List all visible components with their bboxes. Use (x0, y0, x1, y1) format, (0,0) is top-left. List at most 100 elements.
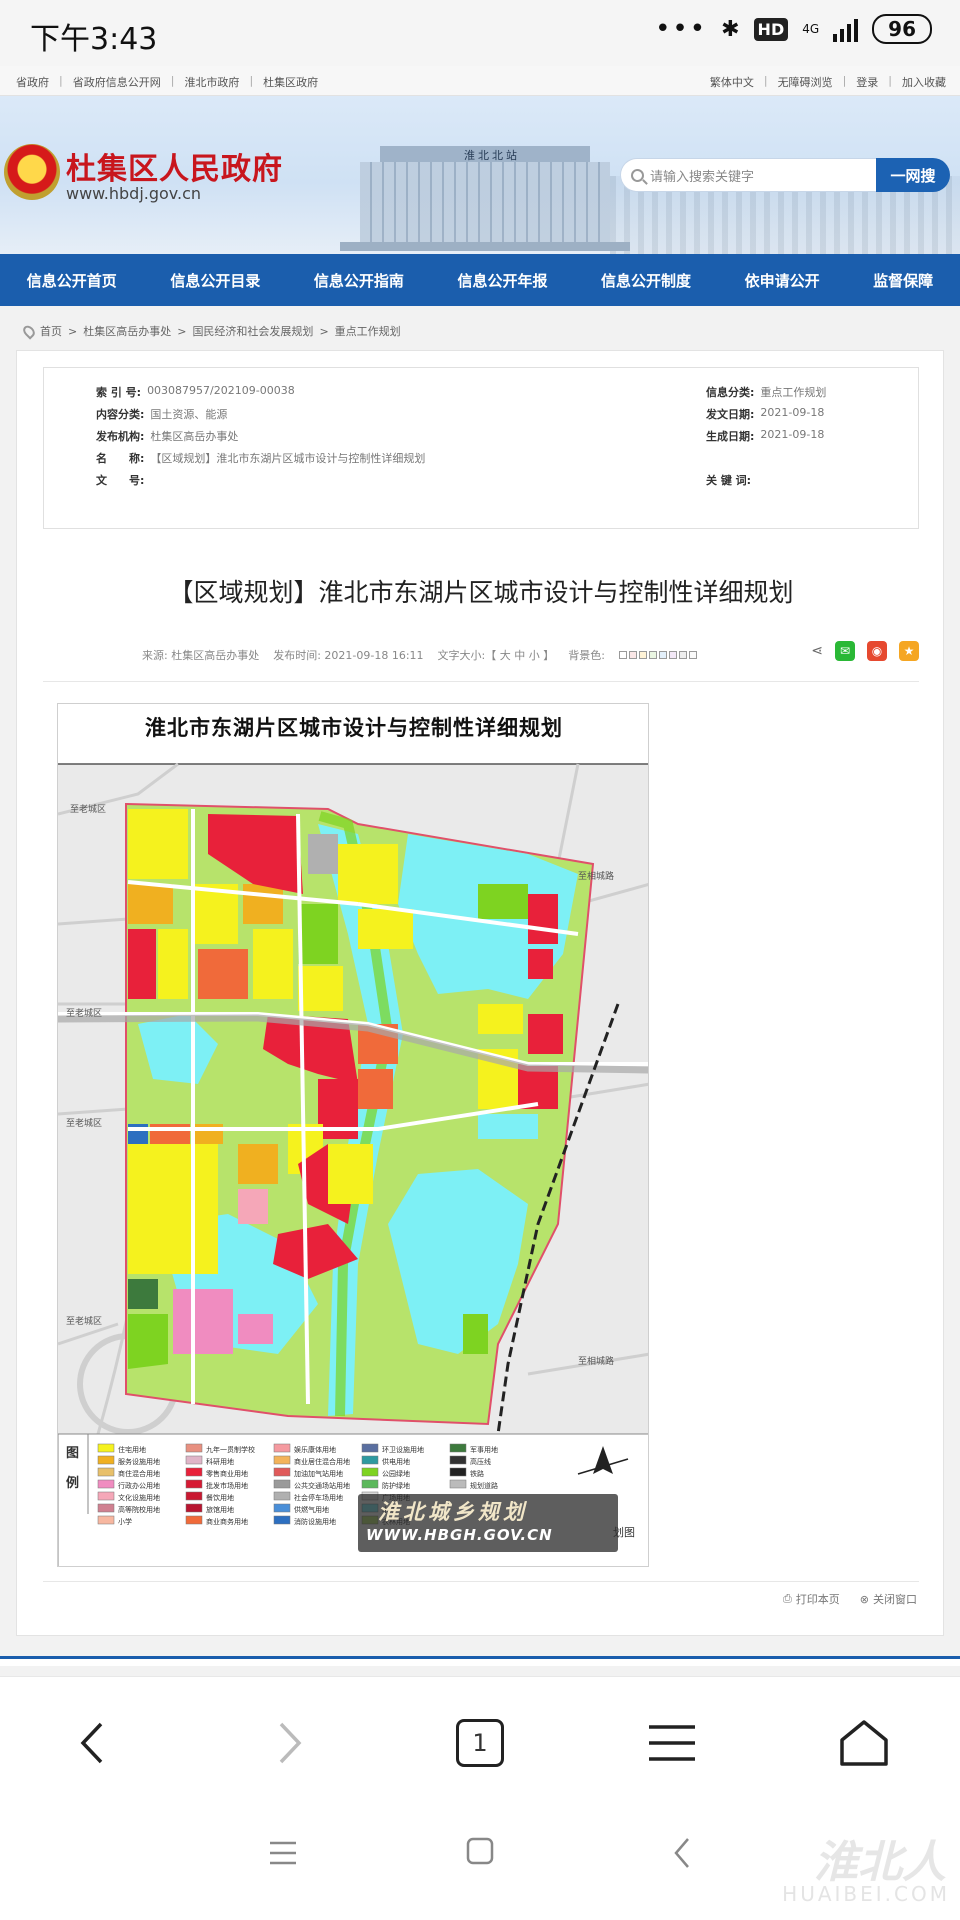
bg-swatch-3[interactable] (648, 651, 657, 659)
link-province-gov[interactable]: 省政府 (16, 74, 49, 90)
print-button[interactable]: ⎙ 打印本页 (783, 1591, 840, 1607)
bg-swatch-4[interactable] (658, 651, 667, 659)
favorite-star-icon[interactable]: ★ (899, 641, 919, 661)
link-province-info[interactable]: 省政府信息公开网 (73, 74, 161, 90)
search-input[interactable]: 请输入搜索关键字 (620, 158, 876, 192)
article-publish-time: 发布时间: 2021-09-18 16:11 (273, 649, 424, 662)
weibo-icon[interactable]: ◉ (867, 641, 887, 661)
menu-button[interactable] (642, 1715, 702, 1771)
legend-swatch (449, 1455, 467, 1465)
legend-label: 公园绿地 (382, 1469, 410, 1478)
home-icon (840, 1720, 888, 1766)
search-button[interactable]: 一网搜 (876, 158, 950, 192)
planning-watermark: 淮北城乡规划 WWW.HBGH.GOV.CN (358, 1494, 618, 1552)
road-label-6: 至相城路 (578, 1355, 614, 1367)
font-size-switcher[interactable]: 文字大小:【 大 中 小 】 (438, 647, 555, 663)
link-accessibility[interactable]: 无障碍浏览 (778, 74, 833, 90)
corner-watermark-url: HUAIBEI.COM (782, 1882, 950, 1906)
bg-swatch-6[interactable] (678, 651, 687, 659)
close-window-button[interactable]: ⊗ 关闭窗口 (860, 1591, 917, 1607)
legend-swatch (97, 1491, 115, 1501)
meta-publisher-value: 杜集区高岳办事处 (150, 430, 239, 443)
bg-swatch-0[interactable] (618, 651, 627, 659)
battery-indicator: 96 (872, 14, 932, 44)
legend-swatch (273, 1491, 291, 1501)
legend-label: 行政办公用地 (118, 1481, 160, 1490)
tabs-button[interactable]: 1 (450, 1715, 510, 1771)
share-icon[interactable]: ⋖ (811, 643, 823, 659)
article-source: 来源: 杜集区高岳办事处 (142, 649, 260, 662)
legend-swatch (97, 1455, 115, 1465)
legend-swatch (361, 1443, 379, 1453)
nav-item-guide[interactable]: 信息公开指南 (314, 270, 404, 291)
site-banner: ★ 杜集区人民政府 www.hbdj.gov.cn 淮北北站 请输入搜索关键字 … (0, 96, 960, 254)
national-emblem-icon: ★ (4, 144, 60, 200)
road-label-3: 至老城区 (66, 1117, 102, 1129)
article-title: 【区域规划】淮北市东湖片区城市设计与控制性详细规划 (168, 578, 794, 607)
meta-name-value: 【区域规划】淮北市东湖片区城市设计与控制性详细规划 (150, 452, 426, 465)
site-title[interactable]: 杜集区人民政府 (66, 144, 283, 188)
forward-button[interactable] (260, 1715, 320, 1771)
corner-watermark-text: 淮北人 (814, 1837, 946, 1888)
home-button[interactable] (834, 1715, 894, 1771)
bg-swatch-1[interactable] (628, 651, 637, 659)
legend-swatch (97, 1515, 115, 1525)
breadcrumb-current[interactable]: 重点工作规划 (335, 323, 401, 339)
legend-label: 供燃气用地 (294, 1505, 329, 1514)
breadcrumb-home[interactable]: 首页 (40, 323, 62, 339)
wechat-icon[interactable]: ✉ (835, 641, 855, 661)
close-label: 关闭窗口 (873, 1593, 917, 1606)
legend-label: 批发市场用地 (206, 1481, 248, 1490)
planning-map-figure: 淮北市东湖片区城市设计与控制性详细规划 至老城区 至老城区 至老城区 至老城区 … (57, 703, 649, 1567)
link-huaibei-gov[interactable]: 淮北市政府 (184, 74, 239, 90)
site-url: www.hbdj.gov.cn (66, 184, 202, 203)
legend-heading: 图 例 (66, 1439, 86, 1499)
back-button[interactable] (62, 1715, 122, 1771)
recent-apps-icon[interactable] (268, 1838, 298, 1868)
road-label-1: 至老城区 (70, 803, 106, 815)
legend-label: 商业商务用地 (206, 1517, 248, 1526)
legend-label: 商住混合用地 (118, 1469, 160, 1478)
legend-label: 铁路 (470, 1469, 484, 1478)
meta-issue-date-value: 2021-09-18 (760, 406, 825, 419)
legend-swatch (97, 1467, 115, 1477)
watermark-url: WWW.HBGH.GOV.CN (366, 1526, 553, 1544)
page-actions: ⎙ 打印本页 ⊗ 关闭窗口 (783, 1591, 917, 1607)
link-duji-gov[interactable]: 杜集区政府 (263, 74, 318, 90)
breadcrumb-planning[interactable]: 国民经济和社会发展规划 (192, 323, 313, 339)
legend-swatch (449, 1479, 467, 1489)
legend-swatch (273, 1479, 291, 1489)
meta-publisher-label: 发布机构: (96, 430, 145, 443)
meta-issue-date-label: 发文日期: (706, 408, 755, 421)
planning-map: 至老城区 至老城区 至老城区 至老城区 至相城路 至相城路 住宅用地服务设施用地… (58, 762, 648, 1566)
nav-item-home[interactable]: 信息公开首页 (27, 270, 117, 291)
breadcrumb-office[interactable]: 杜集区高岳办事处 (83, 323, 171, 339)
legend-swatch (185, 1479, 203, 1489)
legend-swatch (185, 1491, 203, 1501)
legend-label: 旅馆用地 (206, 1505, 234, 1514)
nav-item-system[interactable]: 信息公开制度 (601, 270, 691, 291)
nav-item-annual-report[interactable]: 信息公开年报 (457, 270, 547, 291)
legend-label: 高压线 (470, 1457, 491, 1466)
link-add-favorite[interactable]: 加入收藏 (902, 74, 946, 90)
tab-count: 1 (456, 1719, 504, 1767)
bg-swatch-7[interactable] (688, 651, 697, 659)
bg-color-swatches[interactable] (618, 651, 697, 659)
bg-swatch-2[interactable] (638, 651, 647, 659)
bg-swatch-5[interactable] (668, 651, 677, 659)
meta-gen-date-value: 2021-09-18 (760, 428, 825, 441)
system-back-icon[interactable] (672, 1836, 692, 1870)
system-home-icon[interactable] (465, 1836, 495, 1868)
nav-item-apply[interactable]: 依申请公开 (745, 270, 820, 291)
meta-info-class-value: 重点工作规划 (760, 386, 827, 399)
link-login[interactable]: 登录 (856, 74, 878, 90)
legend-label: 供电用地 (382, 1457, 410, 1466)
nav-item-supervision[interactable]: 监督保障 (873, 270, 933, 291)
link-traditional-chinese[interactable]: 繁体中文 (710, 74, 754, 90)
legend-label: 公共交通场站用地 (294, 1481, 350, 1490)
legend-swatch (185, 1443, 203, 1453)
legend-swatch (97, 1479, 115, 1489)
meta-docno-label: 文 号: (96, 474, 145, 487)
legend-swatch (273, 1503, 291, 1513)
nav-item-catalog[interactable]: 信息公开目录 (170, 270, 260, 291)
